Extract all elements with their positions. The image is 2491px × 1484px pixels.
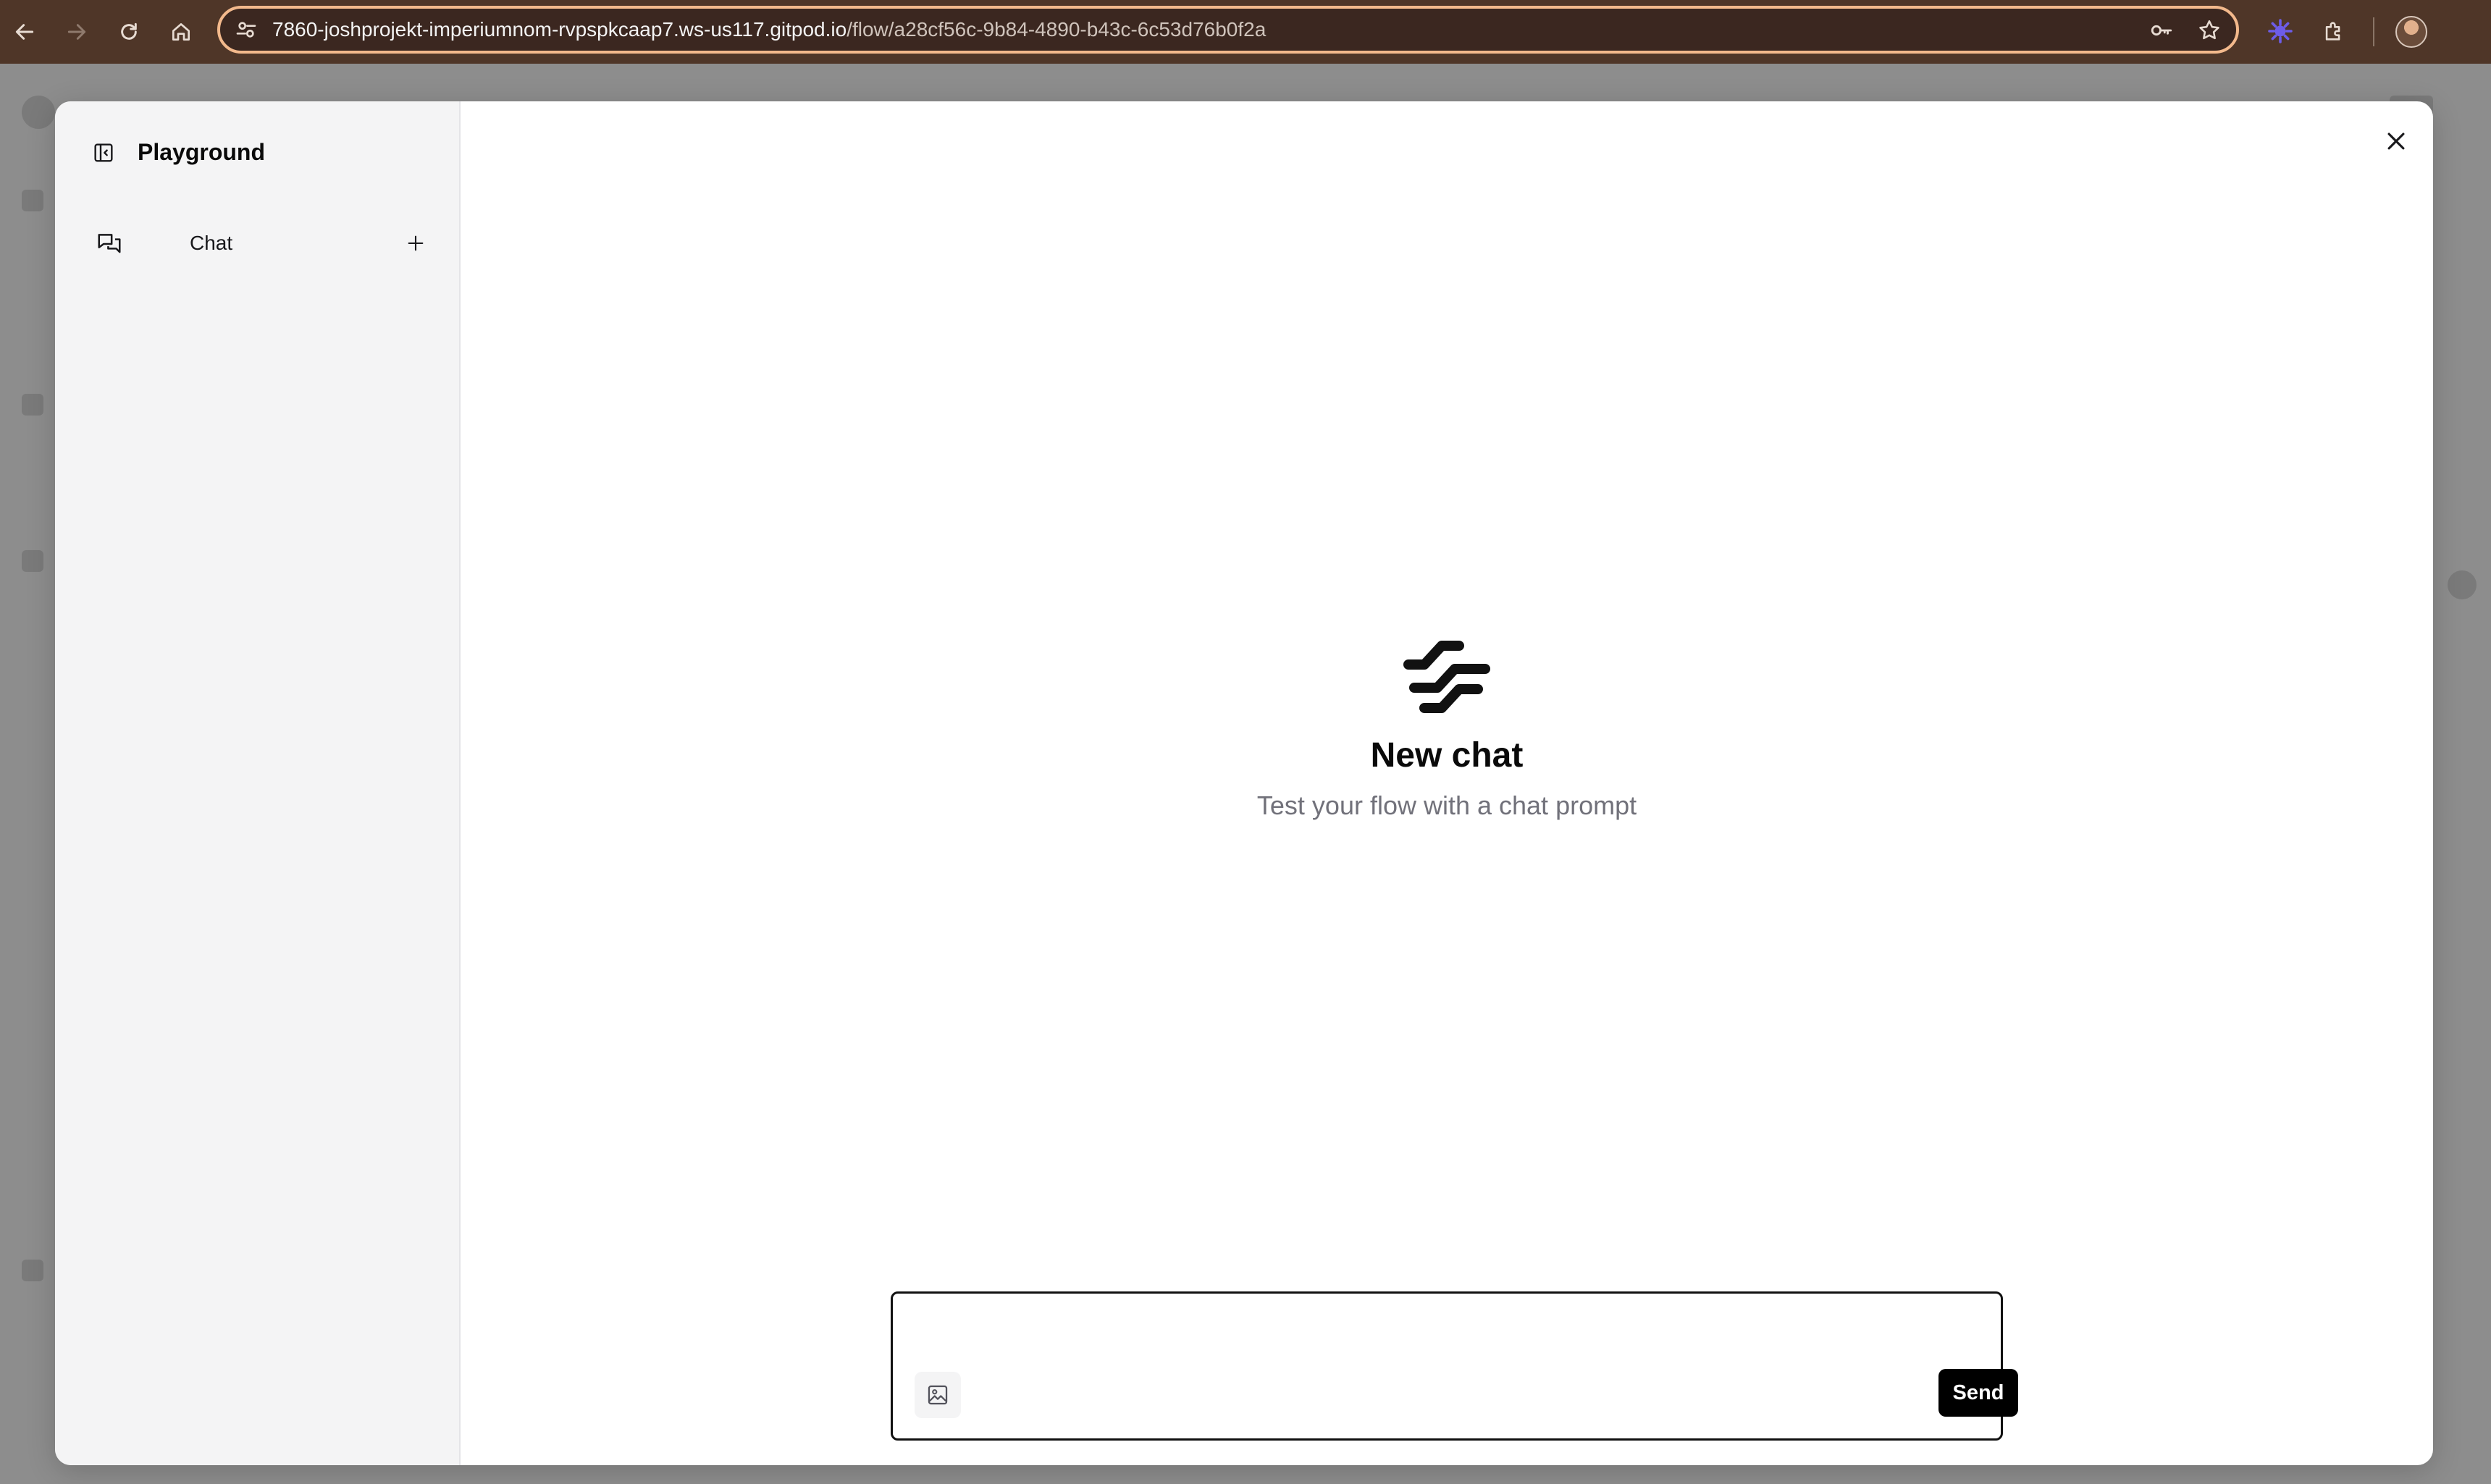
chat-input-box: Send bbox=[891, 1291, 2018, 1441]
langflow-logo-icon bbox=[1403, 641, 1490, 713]
background-sidebar-icon bbox=[22, 550, 43, 572]
url-host: 7860-joshprojekt-imperiumnom-rvpspkcaap7… bbox=[272, 18, 847, 41]
empty-state-subtitle: Test your flow with a chat prompt bbox=[1256, 791, 1637, 820]
playground-title: Playground bbox=[138, 139, 266, 165]
profile-avatar[interactable] bbox=[2395, 16, 2427, 48]
password-key-icon[interactable] bbox=[2149, 18, 2174, 43]
send-button[interactable]: Send bbox=[1938, 1369, 2018, 1417]
extensions-puzzle-icon[interactable] bbox=[2316, 13, 2352, 49]
background-sidebar-icon bbox=[22, 190, 43, 211]
sidebar-collapse-icon[interactable] bbox=[90, 139, 117, 166]
home-icon[interactable] bbox=[164, 14, 198, 49]
chat-message-input[interactable] bbox=[913, 1307, 1980, 1375]
session-label: Chat bbox=[190, 232, 233, 254]
image-icon bbox=[928, 1385, 948, 1405]
attach-image-button[interactable] bbox=[915, 1372, 961, 1418]
chat-bubbles-icon bbox=[98, 234, 121, 253]
reload-icon[interactable] bbox=[112, 14, 146, 49]
empty-state-title: New chat bbox=[1370, 736, 1524, 775]
background-logo bbox=[22, 96, 55, 129]
forward-icon[interactable] bbox=[59, 14, 94, 49]
address-bar[interactable]: 7860-joshprojekt-imperiumnom-rvpspkcaap7… bbox=[217, 6, 2239, 54]
url-text: 7860-joshprojekt-imperiumnom-rvpspkcaap7… bbox=[272, 9, 1266, 51]
playground-sidebar: Playground Chat bbox=[55, 101, 461, 1465]
background-sidebar-icon bbox=[22, 1260, 43, 1281]
new-chat-plus-icon[interactable] bbox=[401, 229, 430, 258]
empty-chat-state: New chat Test your flow with a chat prom… bbox=[461, 637, 2433, 822]
toolbar-divider bbox=[2373, 17, 2374, 46]
site-settings-icon[interactable] bbox=[235, 18, 258, 41]
extension-gear-icon[interactable] bbox=[2262, 13, 2298, 49]
close-icon[interactable] bbox=[2378, 123, 2414, 159]
session-item-chat[interactable]: Chat bbox=[96, 223, 443, 264]
background-sidebar-icon bbox=[22, 394, 43, 416]
playground-modal: Playground Chat New chat Test your flow … bbox=[55, 101, 2433, 1465]
browser-toolbar: 7860-joshprojekt-imperiumnom-rvpspkcaap7… bbox=[0, 0, 2491, 64]
url-path: /flow/a28cf56c-9b84-4890-b43c-6c53d76b0f… bbox=[847, 18, 1266, 41]
background-canvas-node bbox=[2448, 570, 2477, 599]
back-icon[interactable] bbox=[7, 14, 42, 49]
bookmark-star-icon[interactable] bbox=[2197, 18, 2222, 43]
